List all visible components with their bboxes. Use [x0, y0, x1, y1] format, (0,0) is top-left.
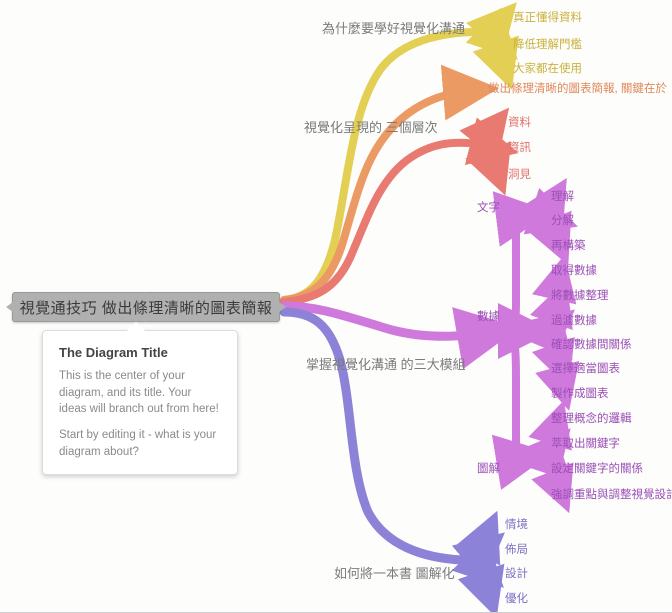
leaf-整理概念的邏輯[interactable]: 整理概念的邏輯: [551, 413, 632, 426]
leaf-製作成圖表[interactable]: 製作成圖表: [551, 388, 609, 401]
leaf-選擇適當圖表[interactable]: 選擇適當圖表: [551, 363, 620, 376]
mindmap-canvas[interactable]: 為什麼要學好視覺化溝通 真正懂得資料 降低理解門檻 大家都在使用 做出條理清晰的…: [0, 0, 672, 613]
root-node[interactable]: 視覺通技巧 做出條理清晰的圖表簡報: [6, 292, 286, 322]
leaf-佈局[interactable]: 佈局: [505, 544, 528, 557]
leaf-分解[interactable]: 分解: [551, 215, 574, 228]
leaf-優化[interactable]: 優化: [505, 593, 528, 606]
node-數據[interactable]: 數據: [477, 311, 500, 324]
branch-path-why-visual-communication: [280, 2, 519, 304]
leaf-取得數據[interactable]: 取得數據: [551, 265, 597, 278]
leaf-設定關鍵字的關係[interactable]: 設定關鍵字的關係: [551, 463, 643, 476]
leaf-理解[interactable]: 理解: [551, 191, 574, 204]
branch-path-book-to-diagram: [279, 307, 505, 612]
root-handle-left-icon[interactable]: [6, 302, 13, 312]
node-book-to-diagram[interactable]: 如何將一本書 圖解化: [334, 567, 455, 580]
node-three-modules[interactable]: 掌握視覺化溝通 的三大模組: [306, 358, 466, 371]
info-card-paragraph-1: This is the center of your diagram, and …: [59, 370, 219, 416]
node-文字[interactable]: 文字: [477, 202, 500, 215]
info-card-title: The Diagram Title: [59, 345, 168, 360]
leaf-情境[interactable]: 情境: [505, 519, 528, 532]
leaf-過濾數據[interactable]: 過濾數據: [551, 315, 597, 328]
node-clear-chart-key[interactable]: 做出條理清晰的圖表簡報, 關鍵在於「: [488, 83, 672, 96]
leaf-強調重點與調整視覺設計[interactable]: 強調重點與調整視覺設計: [551, 489, 672, 502]
branch-path-three-modules: [279, 177, 580, 514]
leaf-設計[interactable]: 設計: [505, 568, 528, 581]
leaf-資訊[interactable]: 資訊: [508, 142, 531, 155]
leaf-再構築[interactable]: 再構築: [551, 240, 586, 253]
node-three-levels[interactable]: 視覺化呈現的 三個層次: [304, 121, 438, 134]
branch-path-three-levels: [280, 107, 519, 306]
tooltip-pointer-icon: [127, 321, 145, 331]
root-handle-top-icon[interactable]: [140, 287, 152, 298]
leaf-資料[interactable]: 資料: [508, 117, 531, 130]
leaf-降低理解門檻[interactable]: 降低理解門檻: [513, 39, 582, 52]
leaf-真正懂得資料[interactable]: 真正懂得資料: [513, 12, 582, 25]
leaf-萃取出關鍵字[interactable]: 萃取出關鍵字: [551, 438, 620, 451]
leaf-大家都在使用[interactable]: 大家都在使用: [513, 63, 582, 76]
leaf-將數據整理[interactable]: 將數據整理: [551, 290, 609, 303]
node-圖解[interactable]: 圖解: [477, 463, 500, 476]
leaf-確認數據間關係[interactable]: 確認數據間關係: [551, 339, 632, 352]
leaf-洞見[interactable]: 洞見: [508, 169, 531, 182]
root-handle-right-icon[interactable]: [279, 302, 286, 312]
info-card-paragraph-2: Start by editing it - what is your diagr…: [59, 429, 217, 458]
diagram-info-card: The Diagram Title This is the center of …: [42, 321, 238, 476]
node-why-visual-communication[interactable]: 為什麼要學好視覺化溝通: [322, 22, 465, 35]
root-node-label: 視覺通技巧 做出條理清晰的圖表簡報: [19, 299, 273, 317]
